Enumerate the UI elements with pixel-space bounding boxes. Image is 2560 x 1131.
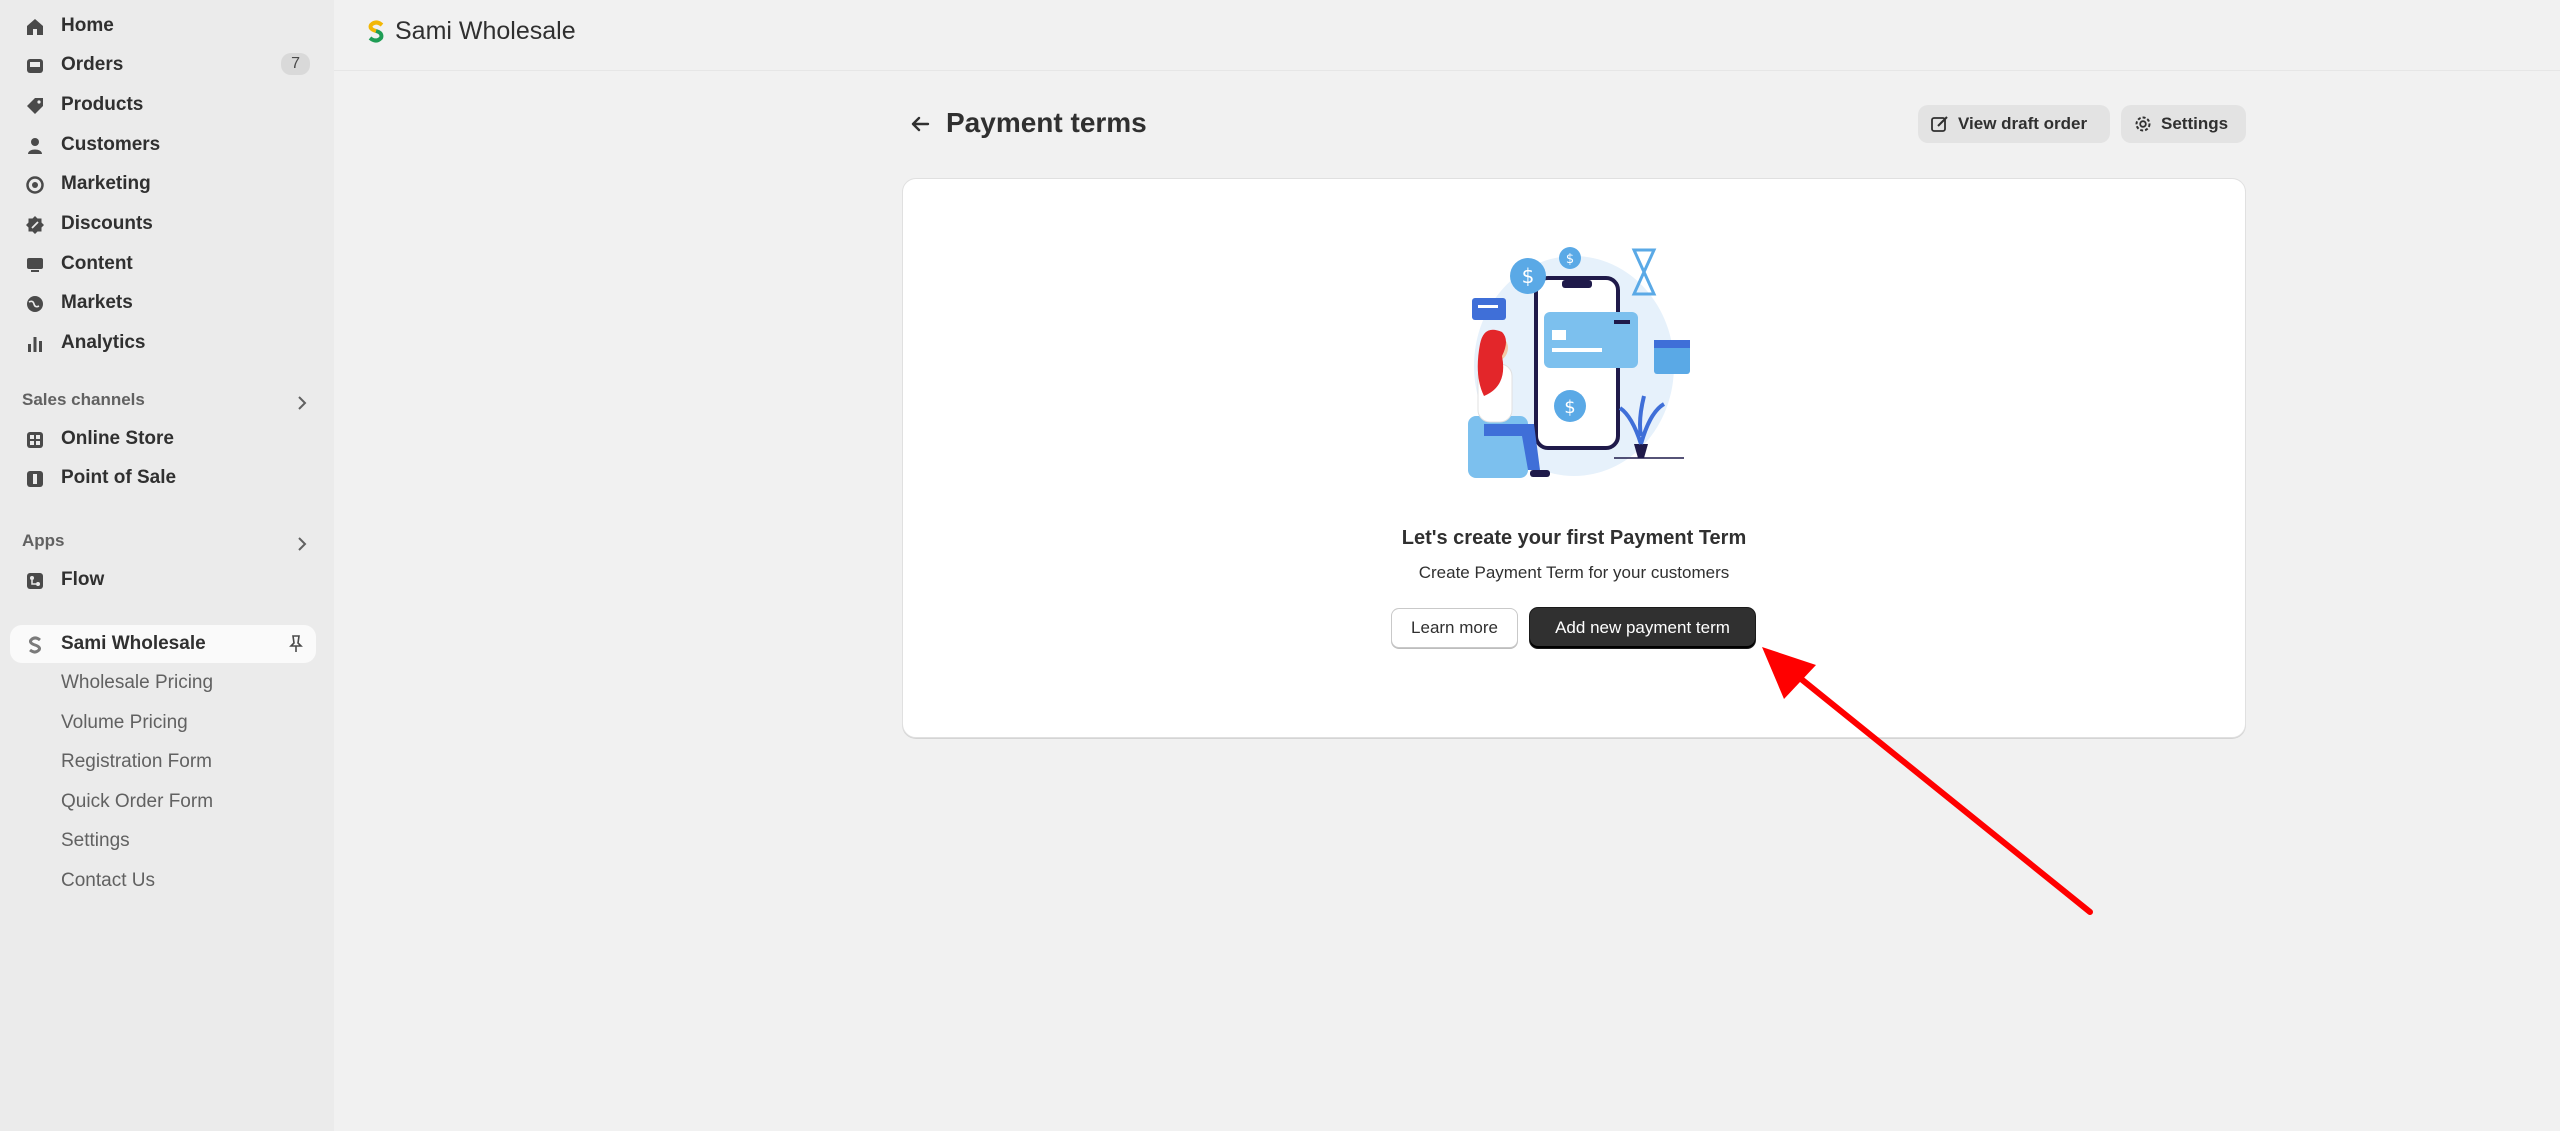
sidebar-subitem-volume-pricing[interactable]: Volume Pricing (61, 712, 188, 734)
sidebar-item-orders[interactable]: Orders 7 (10, 46, 316, 84)
payment-illustration: $ $ $ (1468, 247, 1690, 478)
settings-label: Settings (2161, 114, 2229, 133)
sidebar-item-flow[interactable]: Flow (10, 561, 316, 599)
settings-button[interactable]: Settings (2121, 105, 2246, 143)
sidebar-item-label: Flow (61, 569, 105, 590)
page-title: Payment terms (946, 107, 1147, 138)
sales-channels-header: Sales channels (22, 390, 145, 409)
bar-chart-icon (24, 333, 46, 355)
pin-icon[interactable] (286, 634, 306, 654)
empty-state-subtitle: Create Payment Term for your customers (1418, 563, 1730, 582)
sidebar-item-analytics[interactable]: Analytics (10, 324, 316, 362)
sidebar-subitem-settings[interactable]: Settings (61, 830, 130, 852)
view-draft-order-button[interactable]: View draft order (1918, 105, 2110, 143)
target-icon (24, 174, 46, 196)
sidebar-item-markets[interactable]: Markets (10, 284, 316, 322)
home-icon (24, 16, 46, 38)
sidebar-item-label: Products (61, 94, 144, 115)
sidebar-subitem-wholesale-pricing[interactable]: Wholesale Pricing (61, 672, 213, 694)
store-icon (24, 429, 46, 451)
sidebar-item-label: Marketing (61, 173, 151, 194)
app-title: Sami Wholesale (395, 17, 576, 45)
pos-icon (24, 468, 46, 490)
sidebar-subitem-quick-order-form[interactable]: Quick Order Form (61, 791, 213, 813)
sidebar-item-customers[interactable]: Customers (10, 126, 316, 164)
sidebar-item-label: Orders (61, 54, 124, 75)
orders-count-badge: 7 (281, 53, 310, 75)
sidebar-item-discounts[interactable]: Discounts (10, 205, 316, 243)
sidebar-item-home[interactable]: Home (10, 7, 316, 45)
divider (334, 70, 2560, 71)
gear-icon (2135, 116, 2151, 132)
svg-text:$: $ (1566, 252, 1574, 267)
sidebar-item-products[interactable]: Products (10, 86, 316, 124)
tag-icon (24, 95, 46, 117)
annotation-arrow (1762, 647, 2093, 915)
sidebar-item-label: Markets (61, 292, 133, 313)
view-draft-order-label: View draft order (1958, 114, 2088, 133)
svg-text:$: $ (1522, 264, 1535, 288)
sami-logo-icon (24, 634, 46, 656)
sidebar-item-label: Content (61, 253, 133, 274)
sami-logo-icon (368, 20, 384, 43)
svg-text:$: $ (1564, 397, 1575, 418)
sidebar-item-sami-wholesale[interactable]: Sami Wholesale (10, 625, 316, 663)
sidebar-item-label: Analytics (61, 332, 146, 353)
edit-icon (1931, 116, 1948, 132)
sidebar-item-online-store[interactable]: Online Store (10, 420, 316, 458)
discount-icon (24, 214, 46, 236)
sidebar-item-label: Point of Sale (61, 467, 177, 488)
sidebar-item-label: Sami Wholesale (61, 633, 206, 654)
content-icon (24, 254, 46, 276)
sidebar-item-label: Customers (61, 134, 161, 155)
sidebar-subitem-registration-form[interactable]: Registration Form (61, 751, 212, 773)
person-icon (24, 135, 46, 157)
inbox-icon (24, 55, 46, 77)
flow-icon (24, 570, 46, 592)
apps-header: Apps (22, 531, 65, 550)
globe-icon (24, 293, 46, 315)
add-new-payment-term-button[interactable]: Add new payment term (1530, 608, 1755, 648)
sidebar-item-label: Home (61, 15, 114, 36)
learn-more-button[interactable]: Learn more (1391, 608, 1518, 648)
sidebar-item-marketing[interactable]: Marketing (10, 165, 316, 203)
chevron-right-icon[interactable] (292, 393, 312, 413)
sidebar-item-label: Online Store (61, 428, 174, 449)
sidebar: Home Orders 7 Products Customers Marketi… (0, 0, 334, 1131)
sidebar-item-point-of-sale[interactable]: Point of Sale (10, 459, 316, 497)
chevron-right-icon[interactable] (292, 534, 312, 554)
back-arrow-icon[interactable] (906, 110, 934, 138)
empty-state-title: Let's create your first Payment Term (1401, 527, 1747, 549)
sidebar-item-label: Discounts (61, 213, 153, 234)
sidebar-item-content[interactable]: Content (10, 245, 316, 283)
sidebar-subitem-contact-us[interactable]: Contact Us (61, 870, 155, 892)
